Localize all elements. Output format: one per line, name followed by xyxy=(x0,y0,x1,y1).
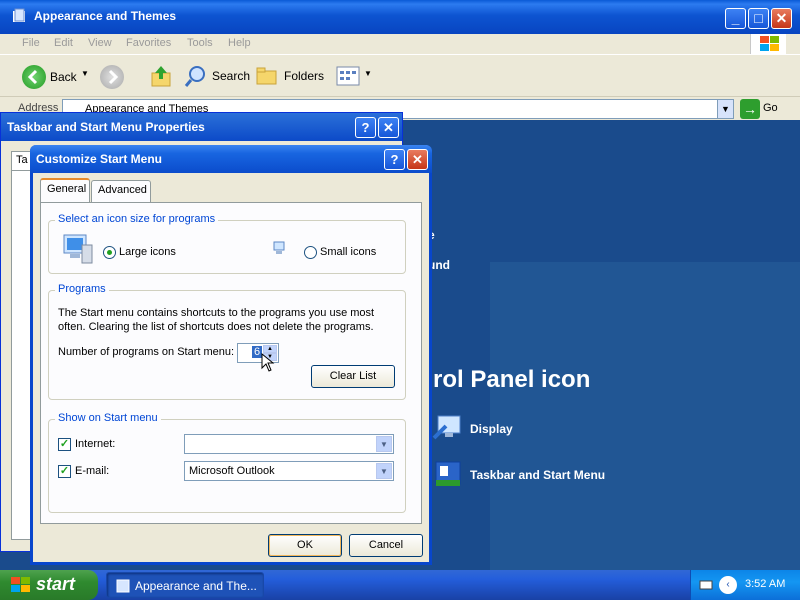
content-panel xyxy=(490,262,800,570)
customize-titlebar[interactable]: Customize Start Menu ? ✕ xyxy=(30,145,432,173)
email-dropdown-icon[interactable]: ▼ xyxy=(376,463,392,479)
address-dropdown-icon[interactable]: ▼ xyxy=(717,100,733,118)
back-dropdown-icon[interactable]: ▼ xyxy=(81,69,89,91)
help-button[interactable]: ? xyxy=(355,117,376,138)
large-icons-label[interactable]: Large icons xyxy=(119,246,176,258)
customize-start-menu-dialog: Customize Start Menu ? ✕ General Advance… xyxy=(30,145,432,565)
display-icon[interactable] xyxy=(432,412,464,444)
windows-logo-icon xyxy=(750,34,786,54)
general-tab-panel: Select an icon size for programs Large i… xyxy=(40,202,422,524)
views-dropdown-icon[interactable]: ▼ xyxy=(364,69,372,91)
email-checkbox[interactable]: ✓ xyxy=(58,465,71,478)
up-folder-icon[interactable] xyxy=(150,64,172,88)
menu-tools[interactable]: Tools xyxy=(187,37,213,49)
back-button-label[interactable]: Back xyxy=(50,70,77,92)
taskbar-item-appearance[interactable]: Appearance and The... xyxy=(106,572,264,598)
mouse-cursor-icon xyxy=(261,353,275,372)
small-monitor-icon xyxy=(273,241,285,254)
start-button[interactable]: start xyxy=(0,570,98,600)
small-icons-label[interactable]: Small icons xyxy=(320,246,376,258)
search-button-label[interactable]: Search xyxy=(212,69,250,91)
tab-general[interactable]: General xyxy=(40,178,90,202)
taskbar-item-label: Appearance and The... xyxy=(135,579,257,593)
large-monitor-icon xyxy=(63,234,93,264)
menu-favorites[interactable]: Favorites xyxy=(126,37,171,49)
back-arrow-icon[interactable] xyxy=(22,65,46,89)
search-icon[interactable] xyxy=(184,64,208,88)
maximize-button[interactable]: □ xyxy=(748,8,769,29)
programs-description: The Start menu contains shortcuts to the… xyxy=(58,307,375,333)
spin-up-icon[interactable]: ▲ xyxy=(263,345,277,353)
folders-button-label[interactable]: Folders xyxy=(284,69,324,91)
help-button[interactable]: ? xyxy=(384,149,405,170)
tab-advanced[interactable]: Advanced xyxy=(91,180,151,202)
program-count-label: Number of programs on Start menu: xyxy=(58,346,235,358)
taskbar-start-menu-link[interactable]: Taskbar and Start Menu xyxy=(470,468,605,482)
menu-file[interactable]: File xyxy=(22,37,40,49)
large-icons-radio[interactable] xyxy=(103,246,116,259)
customize-title: Customize Start Menu xyxy=(36,152,163,166)
taskbar-start-menu-icon[interactable] xyxy=(432,458,464,490)
forward-arrow-icon[interactable] xyxy=(100,65,124,89)
folders-icon[interactable] xyxy=(256,66,278,86)
go-button-label[interactable]: Go xyxy=(763,102,778,114)
cancel-button[interactable]: Cancel xyxy=(349,534,423,557)
standard-toolbar: Back ▼ Search Folders ▼ xyxy=(0,54,800,96)
programs-group-title: Programs xyxy=(55,283,109,295)
clock[interactable]: 3:52 AM xyxy=(745,578,785,590)
internet-label[interactable]: Internet: xyxy=(75,438,115,450)
keyboard-icon[interactable] xyxy=(699,578,713,592)
windows-flag-icon xyxy=(11,577,30,592)
menu-view[interactable]: View xyxy=(88,37,112,49)
window-icon xyxy=(116,579,130,593)
menu-edit[interactable]: Edit xyxy=(54,37,73,49)
internet-browser-select[interactable]: ▼ xyxy=(184,434,394,454)
explorer-title: Appearance and Themes xyxy=(34,9,177,23)
internet-dropdown-icon[interactable]: ▼ xyxy=(376,436,392,452)
system-tray: ‹ 3:52 AM xyxy=(690,570,800,600)
menu-bar: File Edit View Favorites Tools Help xyxy=(0,34,800,54)
internet-checkbox[interactable]: ✓ xyxy=(58,438,71,451)
programs-group: Programs The Start menu contains shortcu… xyxy=(48,283,406,400)
folder-icon xyxy=(13,8,25,22)
email-client-select[interactable]: Microsoft Outlook ▼ xyxy=(184,461,394,481)
views-icon[interactable] xyxy=(336,66,360,86)
show-hidden-icons-chevron-icon[interactable]: ‹ xyxy=(719,576,737,594)
close-button[interactable]: ✕ xyxy=(771,8,792,29)
ok-button[interactable]: OK xyxy=(268,534,342,557)
menu-help[interactable]: Help xyxy=(228,37,251,49)
close-button[interactable]: ✕ xyxy=(378,117,399,138)
start-label: start xyxy=(36,574,76,594)
clear-list-button[interactable]: Clear List xyxy=(311,365,395,388)
show-on-start-menu-group: Show on Start menu ✓ Internet: ▼ ✓ E-mai… xyxy=(48,412,406,513)
show-group-title: Show on Start menu xyxy=(55,412,161,424)
email-client-value: Microsoft Outlook xyxy=(189,465,275,477)
small-icons-radio[interactable] xyxy=(304,246,317,259)
explorer-titlebar[interactable]: Appearance and Themes _ □ ✕ xyxy=(0,0,800,34)
icon-size-group-title: Select an icon size for programs xyxy=(55,213,219,225)
display-link[interactable]: Display xyxy=(470,422,513,436)
taskbar-properties-title: Taskbar and Start Menu Properties xyxy=(7,120,205,134)
taskbar-properties-titlebar[interactable]: Taskbar and Start Menu Properties ? ✕ xyxy=(1,113,402,141)
windows-taskbar: start Appearance and The... ‹ 3:52 AM xyxy=(0,570,800,600)
go-arrow-icon[interactable]: → xyxy=(740,99,760,119)
icon-size-group: Select an icon size for programs Large i… xyxy=(48,213,406,274)
minimize-button[interactable]: _ xyxy=(725,8,746,29)
email-label[interactable]: E-mail: xyxy=(75,465,109,477)
close-button[interactable]: ✕ xyxy=(407,149,428,170)
control-panel-icon-heading: rol Panel icon xyxy=(433,366,591,393)
